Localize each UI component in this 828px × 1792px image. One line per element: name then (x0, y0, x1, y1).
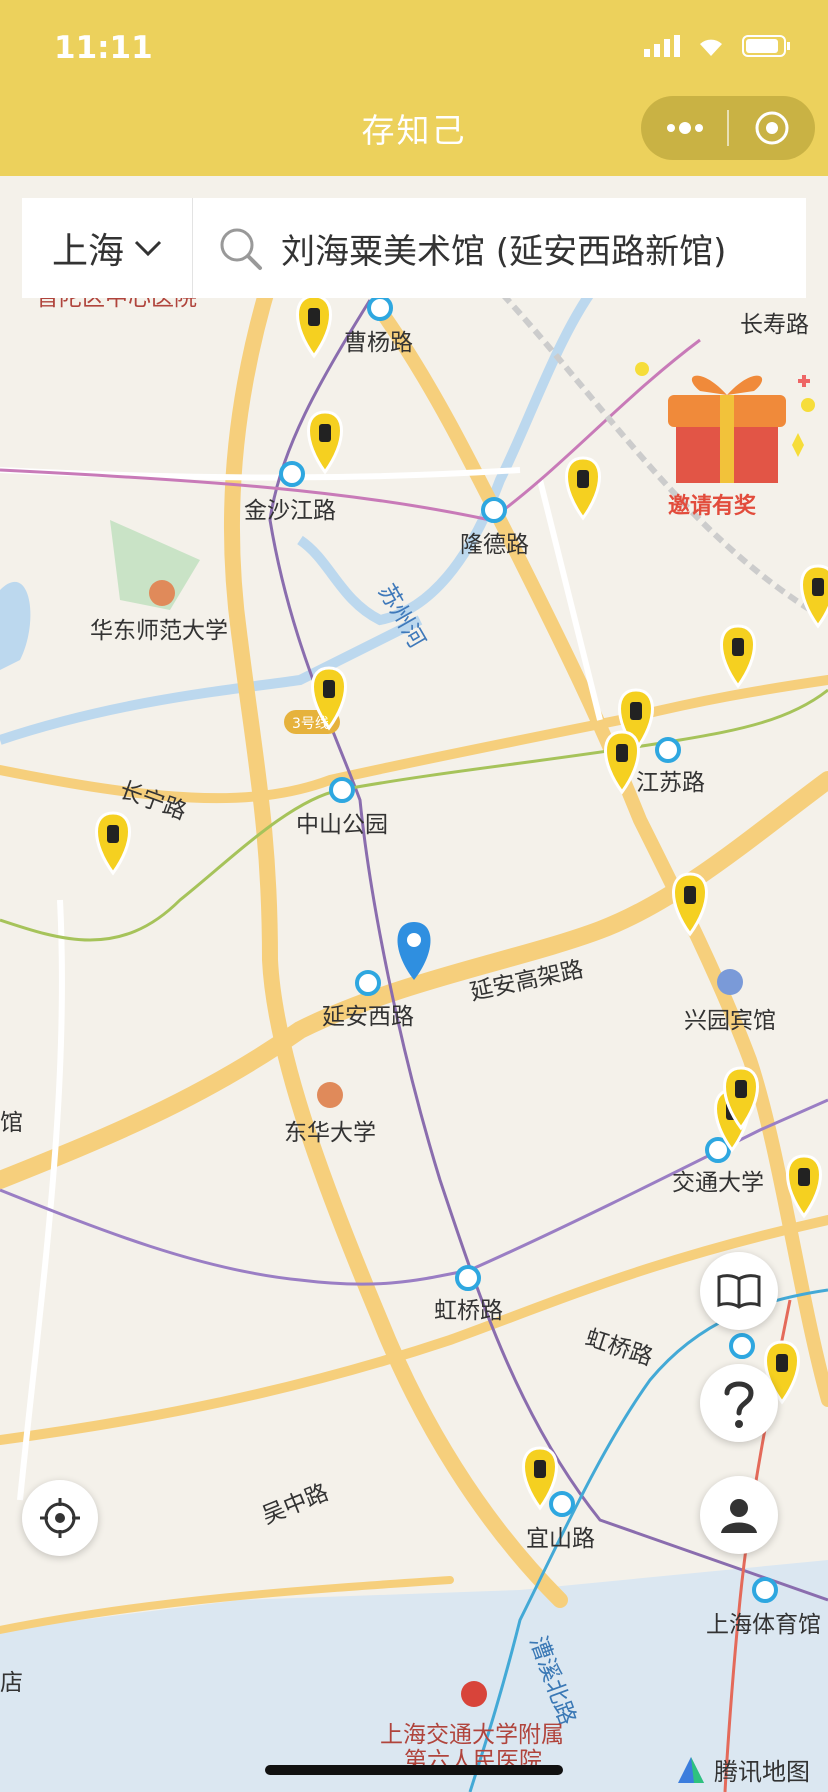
status-icons (644, 34, 792, 58)
map-label: 上海交通大学附属 (380, 1722, 564, 1748)
status-time: 11:11 (54, 30, 153, 66)
university-icon (149, 580, 175, 606)
search-bar[interactable]: 上海 刘海粟美术馆 (延安西路新馆) (22, 198, 806, 298)
attribution-text: 腾讯地图 (714, 1758, 810, 1786)
tencent-map-logo-icon (678, 1756, 704, 1783)
map-label: 虹桥路 (434, 1298, 503, 1324)
hotel-icon (717, 969, 743, 995)
university-icon (317, 1082, 343, 1108)
user-icon (721, 1499, 757, 1533)
wifi-icon (700, 39, 722, 56)
search-input[interactable]: 刘海粟美术馆 (延安西路新馆) (193, 224, 726, 273)
help-button[interactable] (700, 1364, 778, 1442)
map-label: 店 (0, 1670, 23, 1696)
map-label: 曹杨路 (344, 330, 413, 356)
map-label: 兴园宾馆 (684, 1008, 776, 1034)
guide-button[interactable] (700, 1252, 778, 1330)
map-label: 馆 (0, 1110, 23, 1136)
map-label: 金沙江路 (244, 498, 336, 524)
map-label: 上海体育馆 (706, 1612, 821, 1638)
map-label: 江苏路 (636, 770, 705, 796)
invite-reward-label[interactable]: 邀请有奖 (668, 488, 756, 520)
map-label: 东华大学 (284, 1120, 376, 1146)
home-indicator[interactable] (265, 1765, 563, 1775)
hospital-icon (461, 1681, 487, 1707)
city-selector[interactable]: 上海 (22, 222, 192, 274)
profile-button[interactable] (700, 1476, 778, 1554)
map-label: 长寿路 (740, 312, 809, 338)
battery-icon (742, 35, 790, 57)
map-label: 3号线 (292, 716, 329, 732)
map-label: 宜山路 (526, 1526, 595, 1552)
signal-icon (644, 35, 680, 57)
city-label: 上海 (51, 231, 124, 272)
search-icon (220, 228, 262, 270)
map-label: 华东师范大学 (90, 618, 228, 644)
close-miniprogram-icon[interactable] (729, 96, 815, 160)
map-label: 延安西路 (322, 1004, 414, 1030)
map-label: 隆德路 (460, 532, 529, 558)
map-attribution: 腾讯地图 (674, 1752, 810, 1787)
chevron-down-icon (134, 240, 162, 257)
map-label: 中山公园 (296, 812, 388, 838)
map-label: 交通大学 (672, 1170, 764, 1196)
nav-header: 11:11 存知己 (0, 0, 828, 176)
book-icon (717, 1274, 761, 1309)
search-query: 刘海粟美术馆 (延安西路新馆) (281, 231, 727, 272)
question-icon (724, 1381, 754, 1428)
more-icon[interactable] (641, 96, 727, 160)
crosshair-icon (40, 1498, 80, 1538)
locate-button[interactable] (22, 1480, 98, 1556)
miniprogram-capsule[interactable] (641, 96, 815, 160)
